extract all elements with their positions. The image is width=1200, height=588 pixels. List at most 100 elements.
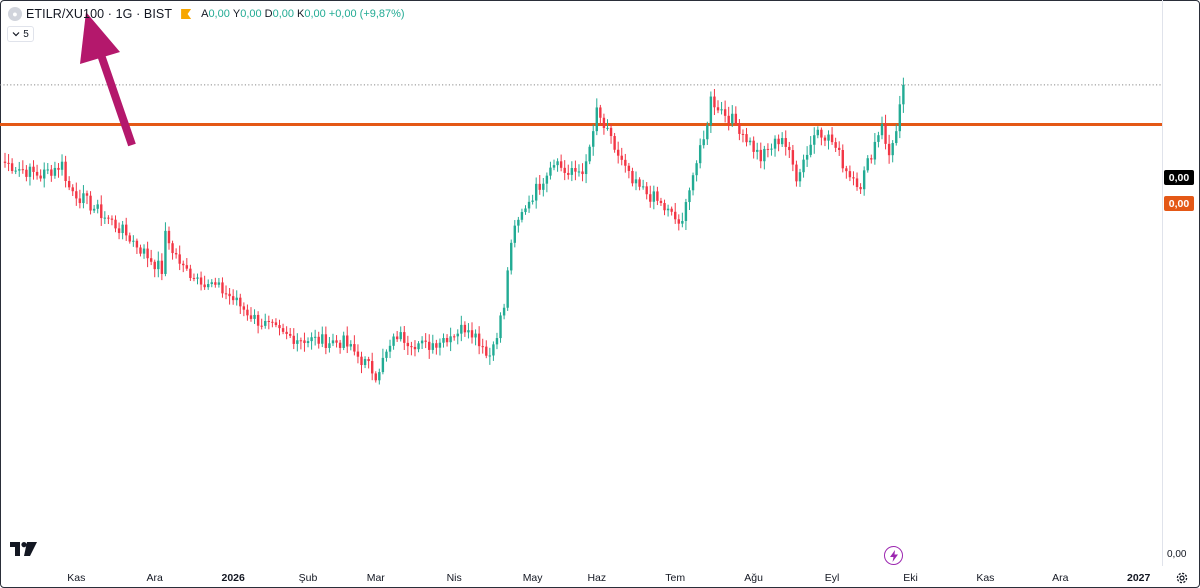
time-axis-tick-label: Eyl bbox=[824, 572, 840, 584]
candle-body bbox=[85, 193, 89, 196]
candle-body bbox=[549, 167, 552, 176]
candle bbox=[805, 146, 809, 167]
candle bbox=[328, 336, 331, 353]
candle-body bbox=[317, 336, 320, 344]
candle bbox=[349, 340, 353, 351]
candle bbox=[549, 161, 552, 180]
symbol-legend: ● ETILR/XU100 · 1G · BIST A 0,00 Y 0,00 … bbox=[8, 6, 405, 22]
candle-body bbox=[634, 179, 638, 184]
candle bbox=[271, 319, 274, 328]
candle bbox=[506, 267, 509, 311]
candle-body bbox=[474, 333, 477, 338]
candle-body bbox=[246, 309, 249, 316]
candle-body bbox=[310, 337, 313, 342]
candle-body bbox=[513, 225, 516, 243]
candle bbox=[663, 199, 666, 216]
time-axis-tick-label: Kas bbox=[67, 572, 86, 584]
candle bbox=[641, 179, 645, 190]
time-axis-tick-label: Ara bbox=[1052, 572, 1069, 584]
candle-body bbox=[442, 337, 445, 343]
candle bbox=[870, 154, 873, 164]
candle bbox=[677, 214, 680, 231]
candle bbox=[142, 244, 146, 259]
candle bbox=[132, 235, 135, 247]
candle bbox=[517, 216, 520, 233]
candle-body bbox=[649, 194, 652, 202]
candle bbox=[823, 135, 827, 147]
candle-body bbox=[723, 109, 727, 116]
candle-body bbox=[53, 167, 57, 176]
candle bbox=[281, 323, 285, 335]
candle bbox=[46, 163, 49, 175]
candle-body bbox=[289, 333, 292, 336]
candle-body bbox=[121, 224, 124, 234]
candle bbox=[121, 220, 124, 240]
candle bbox=[649, 185, 652, 208]
candle bbox=[100, 195, 103, 226]
tradingview-logo-icon[interactable] bbox=[10, 542, 37, 556]
candle-body bbox=[3, 161, 7, 163]
candle bbox=[64, 155, 67, 188]
candle bbox=[182, 260, 185, 273]
candle bbox=[788, 141, 791, 159]
time-axis-tick-label: Nis bbox=[446, 572, 462, 584]
candle-body bbox=[178, 254, 181, 264]
candle-body bbox=[107, 217, 110, 219]
gear-icon[interactable] bbox=[1175, 571, 1189, 585]
candle bbox=[706, 121, 709, 145]
candle-body bbox=[242, 306, 246, 310]
candle-body bbox=[695, 163, 698, 176]
candle-body bbox=[756, 149, 759, 152]
candle-body bbox=[599, 107, 602, 118]
horizontal-line-price-tag[interactable]: 0,00 bbox=[1164, 196, 1194, 211]
candle bbox=[167, 226, 171, 250]
candle-body bbox=[164, 230, 167, 274]
candle bbox=[246, 304, 249, 321]
candle-body bbox=[278, 325, 281, 329]
candle-body bbox=[192, 277, 196, 279]
candle bbox=[624, 153, 627, 173]
candle-body bbox=[759, 149, 762, 162]
candle-body bbox=[174, 253, 178, 255]
candle bbox=[652, 185, 656, 210]
candle bbox=[816, 126, 820, 139]
candle bbox=[267, 315, 271, 330]
candle-body bbox=[702, 139, 705, 146]
candle-body bbox=[428, 341, 431, 350]
symbol-title[interactable]: ETILR/XU100 · 1G · BIST bbox=[26, 7, 172, 21]
candle-body bbox=[32, 166, 35, 172]
candle bbox=[299, 337, 303, 350]
candle bbox=[18, 161, 21, 177]
candle-body bbox=[321, 334, 324, 344]
lightning-bolt-icon[interactable] bbox=[884, 546, 903, 565]
candle bbox=[385, 349, 388, 362]
candle bbox=[189, 264, 192, 281]
candle-body bbox=[624, 159, 627, 166]
candle bbox=[214, 277, 217, 288]
candle-body bbox=[645, 186, 648, 195]
candle bbox=[207, 279, 210, 290]
candle bbox=[32, 160, 35, 180]
candle-body bbox=[313, 336, 317, 338]
candle bbox=[174, 248, 178, 259]
candle-body bbox=[706, 125, 709, 140]
candle-body bbox=[196, 277, 199, 279]
symbol-logo-icon[interactable]: ● bbox=[8, 7, 22, 21]
candle bbox=[756, 142, 759, 160]
price-chart-canvas[interactable] bbox=[0, 0, 1162, 566]
candle-body bbox=[791, 150, 795, 165]
candle bbox=[75, 182, 78, 206]
time-axis[interactable]: Kas Ara 2026 Şub Mar Nis May Haz Tem Ağu Eyl Eki Kas… bbox=[0, 566, 1200, 588]
flag-icon[interactable] bbox=[181, 9, 192, 19]
candle bbox=[135, 238, 139, 254]
candle-body bbox=[542, 183, 545, 190]
indicators-toggle-button[interactable]: 5 bbox=[7, 26, 34, 42]
candle bbox=[795, 160, 798, 187]
candle-body bbox=[64, 161, 67, 182]
time-axis-tick-label: Kas bbox=[976, 572, 995, 584]
candle bbox=[531, 194, 534, 205]
candle-body bbox=[520, 212, 524, 220]
candle-body bbox=[335, 340, 338, 343]
candle-body bbox=[862, 170, 866, 190]
candle-body bbox=[374, 373, 377, 381]
